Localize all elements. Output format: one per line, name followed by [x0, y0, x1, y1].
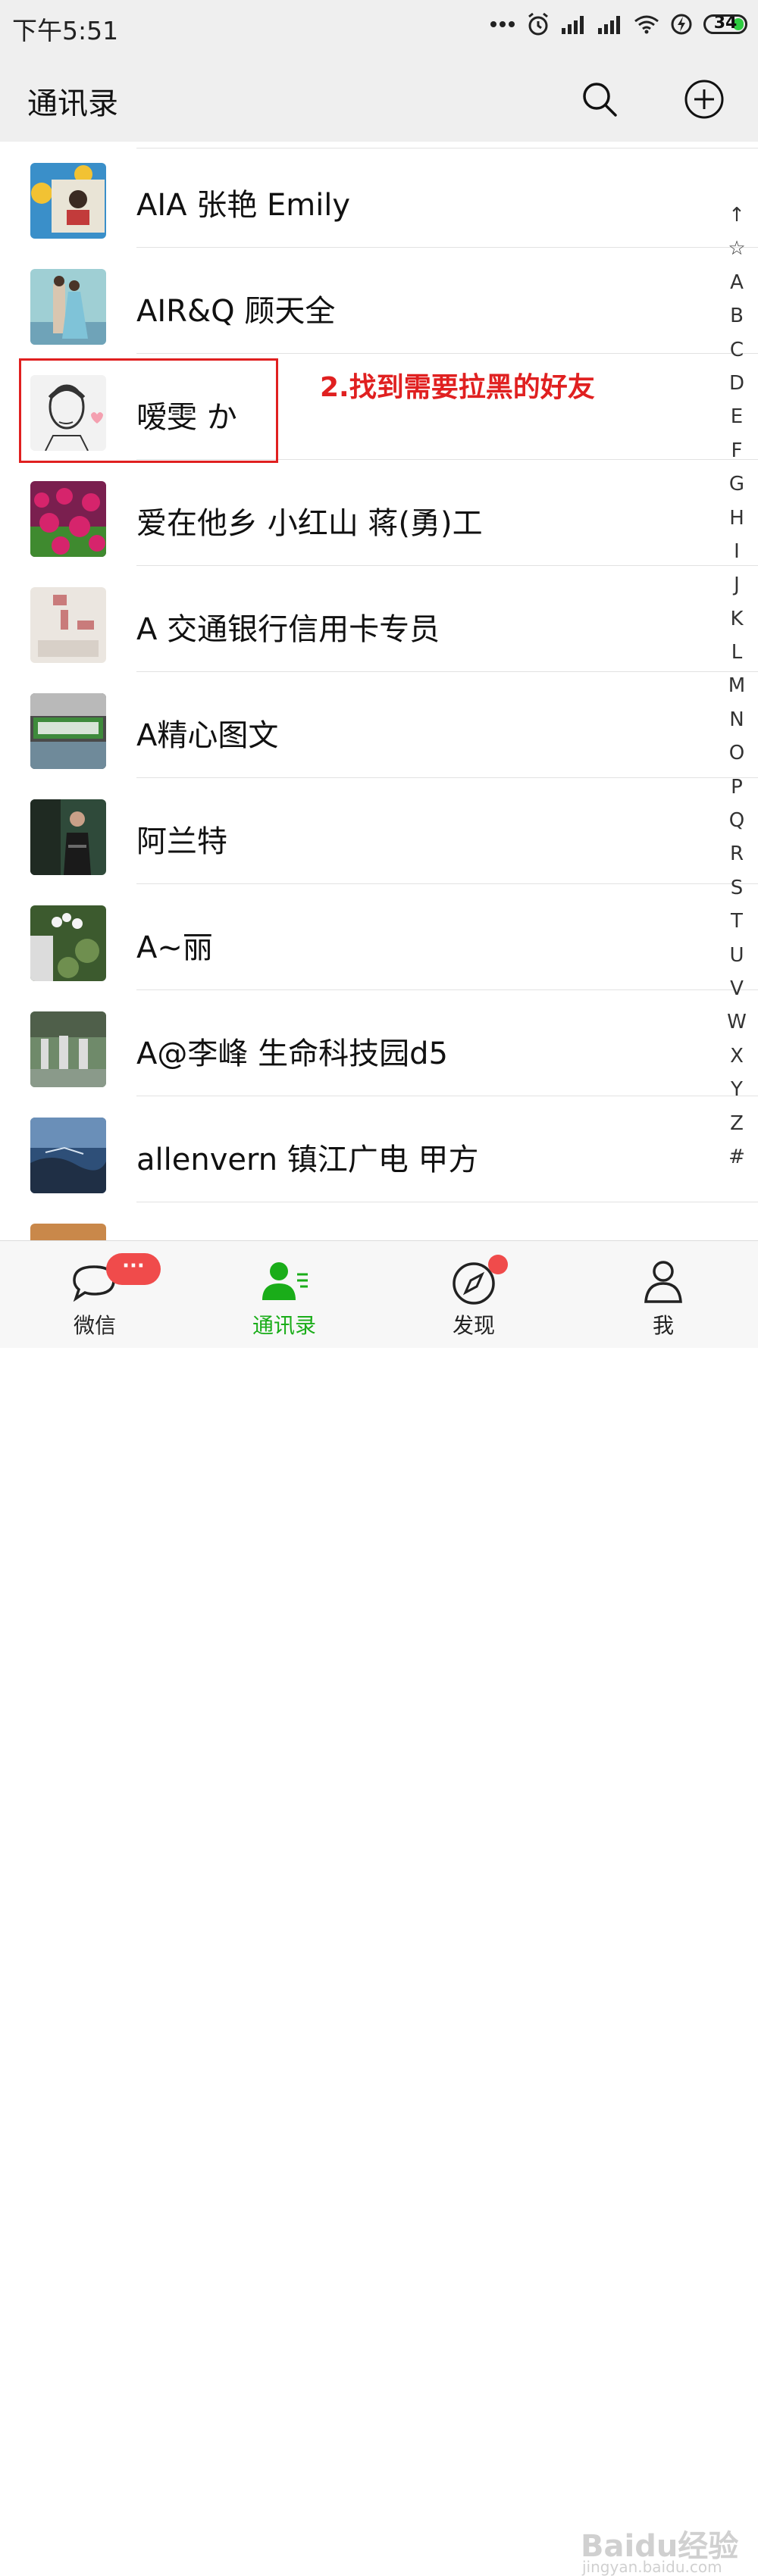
person-icon [644, 1261, 682, 1303]
contact-name: AIA 张艳 Emily [136, 188, 351, 223]
header: 通讯录 [0, 53, 758, 142]
index-letter[interactable]: S [731, 871, 744, 905]
index-letter[interactable]: E [731, 400, 743, 433]
index-letter[interactable]: O [729, 736, 744, 770]
contact-name: 阿兰特 [136, 824, 227, 859]
status-bar: 下午5:51 34 [0, 0, 758, 53]
status-time: 下午5:51 [12, 16, 119, 45]
alarm-icon [528, 12, 548, 36]
signal-icon [598, 16, 620, 34]
index-letter[interactable]: N [729, 703, 744, 736]
tab-label: 发现 [452, 1313, 495, 1338]
tab-label: 我 [652, 1313, 674, 1338]
index-letter[interactable]: A [730, 266, 744, 299]
tab-label: 微信 [73, 1313, 116, 1338]
watermark-url: jingyan.baidu.com [582, 2558, 722, 2576]
annotation-text: 2.找到需要拉黑的好友 [320, 372, 595, 403]
index-letter[interactable]: ☆ [728, 232, 745, 265]
tab-discover[interactable]: 发现 [379, 1241, 568, 1348]
contact-name: allenvern 镇江广电 甲方 [136, 1143, 479, 1177]
contact-row[interactable]: AIR&Q 顾天全 [0, 248, 758, 354]
avatar [30, 587, 106, 663]
index-letter[interactable]: H [729, 502, 744, 535]
index-letter[interactable]: # [728, 1140, 745, 1174]
contact-row[interactable]: allenvern 镇江广电 甲方 [0, 1096, 758, 1202]
notification-dot [488, 1255, 508, 1274]
index-letter[interactable]: R [730, 837, 744, 871]
add-circle-icon[interactable] [684, 79, 725, 120]
charging-icon [671, 14, 692, 35]
contact-list[interactable]: AIA 张艳 Emily AIR&Q 顾天全 嗳雯 か 爱在他乡 小红山 蒋(勇… [0, 142, 758, 1240]
avatar [30, 163, 106, 239]
index-letter[interactable]: K [730, 602, 743, 636]
contact-name: AIR&Q 顾天全 [136, 294, 336, 329]
index-letter[interactable]: J [734, 568, 740, 602]
contact-row[interactable] [0, 1202, 758, 1240]
index-letter[interactable]: Y [731, 1073, 743, 1106]
index-letter[interactable]: M [728, 669, 745, 702]
tab-chats[interactable]: ··· 微信 [0, 1241, 190, 1348]
index-letter[interactable]: B [730, 299, 744, 333]
avatar [30, 1118, 106, 1193]
contact-row[interactable]: A@李峰 生命科技园d5 [0, 990, 758, 1096]
index-letter[interactable]: C [730, 333, 744, 367]
index-letter[interactable]: Q [729, 804, 744, 837]
more-dots-icon [490, 21, 515, 27]
avatar [30, 1224, 106, 1240]
avatar [30, 1011, 106, 1087]
contact-name: 爱在他乡 小红山 蒋(勇)工 [136, 506, 483, 541]
index-letter[interactable]: I [734, 535, 740, 568]
index-letter[interactable]: D [729, 367, 744, 400]
tab-me[interactable]: 我 [568, 1241, 758, 1348]
tab-label: 通讯录 [252, 1313, 316, 1338]
bottom-nav: ··· 微信 通讯录 发现 我 Baidu经验 jingyan.baidu.co… [0, 1240, 758, 2576]
contact-row[interactable]: 爱在他乡 小红山 蒋(勇)工 [0, 460, 758, 566]
page-title: 通讯录 [27, 86, 118, 121]
signal-icon [562, 16, 584, 34]
contact-row[interactable]: AIA 张艳 Emily [0, 142, 758, 248]
avatar [30, 269, 106, 345]
index-letter[interactable]: U [729, 939, 744, 972]
alphabet-index-bar[interactable]: ↑ ☆ A B C D E F G H I J K L M N O P Q R S T U V W X Y Z # [720, 199, 753, 1174]
contact-name: A 交通银行信用卡专员 [136, 612, 440, 647]
contact-name: A~丽 [136, 930, 213, 965]
index-letter[interactable]: P [731, 771, 743, 804]
contact-row[interactable]: 阿兰特 [0, 778, 758, 884]
contact-name: A@李峰 生命科技园d5 [136, 1036, 448, 1071]
index-letter[interactable]: X [730, 1039, 744, 1073]
battery-icon: 34 [703, 14, 747, 34]
highlight-box [19, 358, 278, 463]
contact-row[interactable]: A精心图文 [0, 672, 758, 778]
battery-level: 34 [713, 14, 738, 33]
unread-badge: ··· [106, 1253, 161, 1285]
wifi-icon [634, 15, 659, 34]
index-letter[interactable]: T [731, 905, 743, 938]
status-icons: 34 [490, 12, 747, 36]
search-icon[interactable] [581, 80, 619, 118]
contact-name: A精心图文 [136, 718, 279, 753]
contact-row[interactable]: A~丽 [0, 884, 758, 990]
index-letter[interactable]: G [729, 467, 744, 501]
index-letter[interactable]: F [731, 434, 743, 467]
index-letter[interactable]: Z [730, 1107, 744, 1140]
tab-contacts[interactable]: 通讯录 [190, 1241, 379, 1348]
avatar [30, 799, 106, 875]
contact-row[interactable]: A 交通银行信用卡专员 [0, 566, 758, 672]
index-letter[interactable]: L [731, 636, 743, 669]
index-letter[interactable]: W [727, 1005, 747, 1039]
contacts-icon [262, 1262, 308, 1300]
index-letter[interactable]: ↑ [728, 199, 745, 232]
index-letter[interactable]: V [730, 972, 744, 1005]
avatar [30, 481, 106, 557]
avatar [30, 905, 106, 981]
avatar [30, 693, 106, 769]
